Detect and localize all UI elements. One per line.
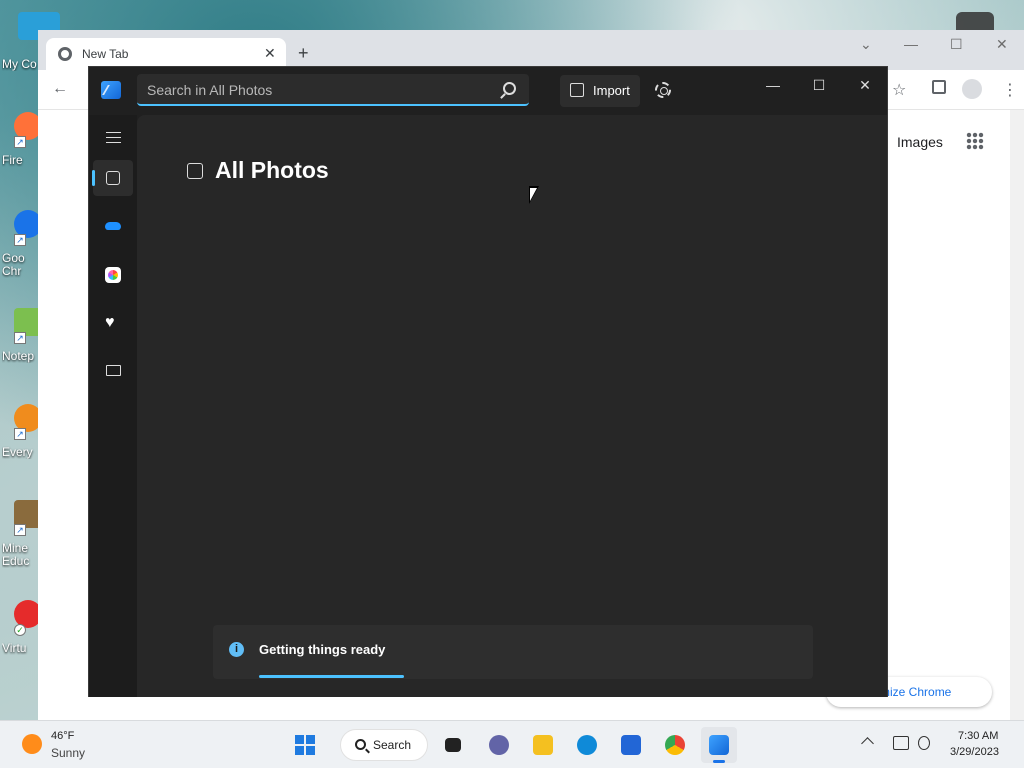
desktop-icon-minecraft-education[interactable]: ↗ Mine Educ [0,500,42,572]
start-button[interactable] [287,727,323,763]
import-icon [570,83,584,97]
nav-item-onedrive[interactable] [93,208,133,244]
check-badge-icon: ✓ [14,624,26,636]
picture-icon [106,171,120,185]
sun-icon[interactable] [22,734,42,754]
photos-window: Import — ☐ ✕ ♥ All Photos i Getting thin… [88,66,888,697]
photos-maximize-button[interactable]: ☐ [804,73,834,97]
chrome-close-button[interactable]: ✕ [996,36,1008,53]
chrome-minimize-button[interactable]: — [904,36,918,52]
search-icon[interactable] [503,82,516,95]
chrome-tab-title: New Tab [82,47,129,61]
shortcut-arrow-icon: ↗ [14,428,26,440]
search-input[interactable] [147,79,487,101]
status-toast: i Getting things ready [213,625,813,679]
taskbar-app-microsoft-store[interactable] [613,727,649,763]
volume-muted-icon[interactable] [918,736,930,750]
desktop-icon-this-pc[interactable]: My Co [0,12,60,84]
taskbar-app-edge[interactable] [569,727,605,763]
store-icon [621,735,641,755]
shortcut-arrow-icon: ↗ [14,234,26,246]
all-photos-icon [187,163,203,179]
nav-item-all-photos[interactable] [92,160,133,196]
search-icon [355,739,366,750]
taskbar-app-chrome[interactable] [657,727,693,763]
images-link[interactable]: Images [897,134,943,150]
windows-logo-icon [295,735,315,755]
import-label: Import [593,83,630,98]
chrome-maximize-button[interactable]: ☐ [950,36,963,53]
settings-gear-icon[interactable] [655,82,671,98]
network-icon[interactable] [893,736,909,750]
taskbar-app-task-view[interactable] [435,727,471,763]
profile-avatar-icon[interactable] [962,79,982,99]
weather-temp[interactable]: 46°F [51,730,74,742]
nav-item-icloud-photos[interactable] [93,256,133,292]
desktop-icon-firefox[interactable]: ↗ Fire [0,112,42,184]
desktop-icon-virtual-app[interactable]: ✓ Virtu [0,600,42,672]
nav-item-folders[interactable] [93,352,133,388]
progress-bar [259,675,404,678]
photos-nav-sidebar: ♥ [89,115,137,697]
chrome-tabstrip: New Tab ✕ + ⌄ — ☐ ✕ [38,30,1024,70]
chevron-up-icon[interactable] [861,737,874,750]
folder-icon [106,365,121,376]
chrome-icon [665,735,685,755]
hamburger-icon [106,132,121,143]
info-icon: i [229,642,244,657]
shortcut-arrow-icon: ↗ [14,332,26,344]
desktop-icon-google-chrome[interactable]: ↗ Goo Chr [0,210,42,282]
nav-item-menu[interactable] [93,120,133,156]
clock-time[interactable]: 7:30 AM [958,730,998,742]
cloud-icon [105,222,121,230]
nav-item-favorites[interactable]: ♥ [93,304,133,340]
toast-message: Getting things ready [259,642,386,657]
taskbar-search-label: Search [373,738,412,752]
desktop-icon-notepad[interactable]: ↗ Notep [0,308,42,380]
star-icon[interactable]: ☆ [892,80,906,100]
taskbar: 46°F Sunny Search 7:30 AM 3/29/2023 [0,720,1024,768]
back-arrow-icon[interactable]: ← [52,80,68,98]
heart-icon: ♥ [105,314,115,331]
taskbar-app-file-explorer[interactable] [525,727,561,763]
photos-close-button[interactable]: ✕ [850,73,880,97]
shortcut-arrow-icon: ↗ [14,136,26,148]
task-view-icon [445,738,461,752]
taskbar-app-teams-chat[interactable] [481,727,517,763]
edge-icon [577,735,597,755]
shortcut-arrow-icon: ↗ [14,524,26,536]
photos-content-pane: All Photos i Getting things ready [137,115,887,697]
clock-date[interactable]: 3/29/2023 [950,746,999,758]
icloud-photos-icon [105,267,121,283]
photos-icon [709,735,729,755]
chat-icon [489,735,509,755]
photos-minimize-button[interactable]: — [758,73,788,97]
mouse-cursor-icon [529,186,539,204]
page-title: All Photos [215,157,329,183]
taskbar-search-button[interactable]: Search [340,729,428,761]
weather-condition[interactable]: Sunny [51,746,85,760]
side-panel-icon[interactable] [932,80,946,94]
taskbar-app-photos[interactable] [701,727,737,763]
photos-search-box[interactable] [137,74,529,106]
apps-grid-icon[interactable] [966,132,984,150]
new-tab-button[interactable]: + [298,44,309,62]
import-button[interactable]: Import [560,75,640,107]
chrome-favicon-icon [58,47,72,61]
tab-close-icon[interactable]: ✕ [264,45,276,62]
chevron-down-icon[interactable]: ⌄ [860,36,872,53]
chrome-scrollbar[interactable] [1010,110,1024,720]
folder-icon [533,735,553,755]
desktop-icon-everything[interactable]: ↗ Every [0,404,42,476]
photos-logo-icon [101,81,121,99]
more-vert-icon[interactable]: ⋮ [1002,80,1018,100]
